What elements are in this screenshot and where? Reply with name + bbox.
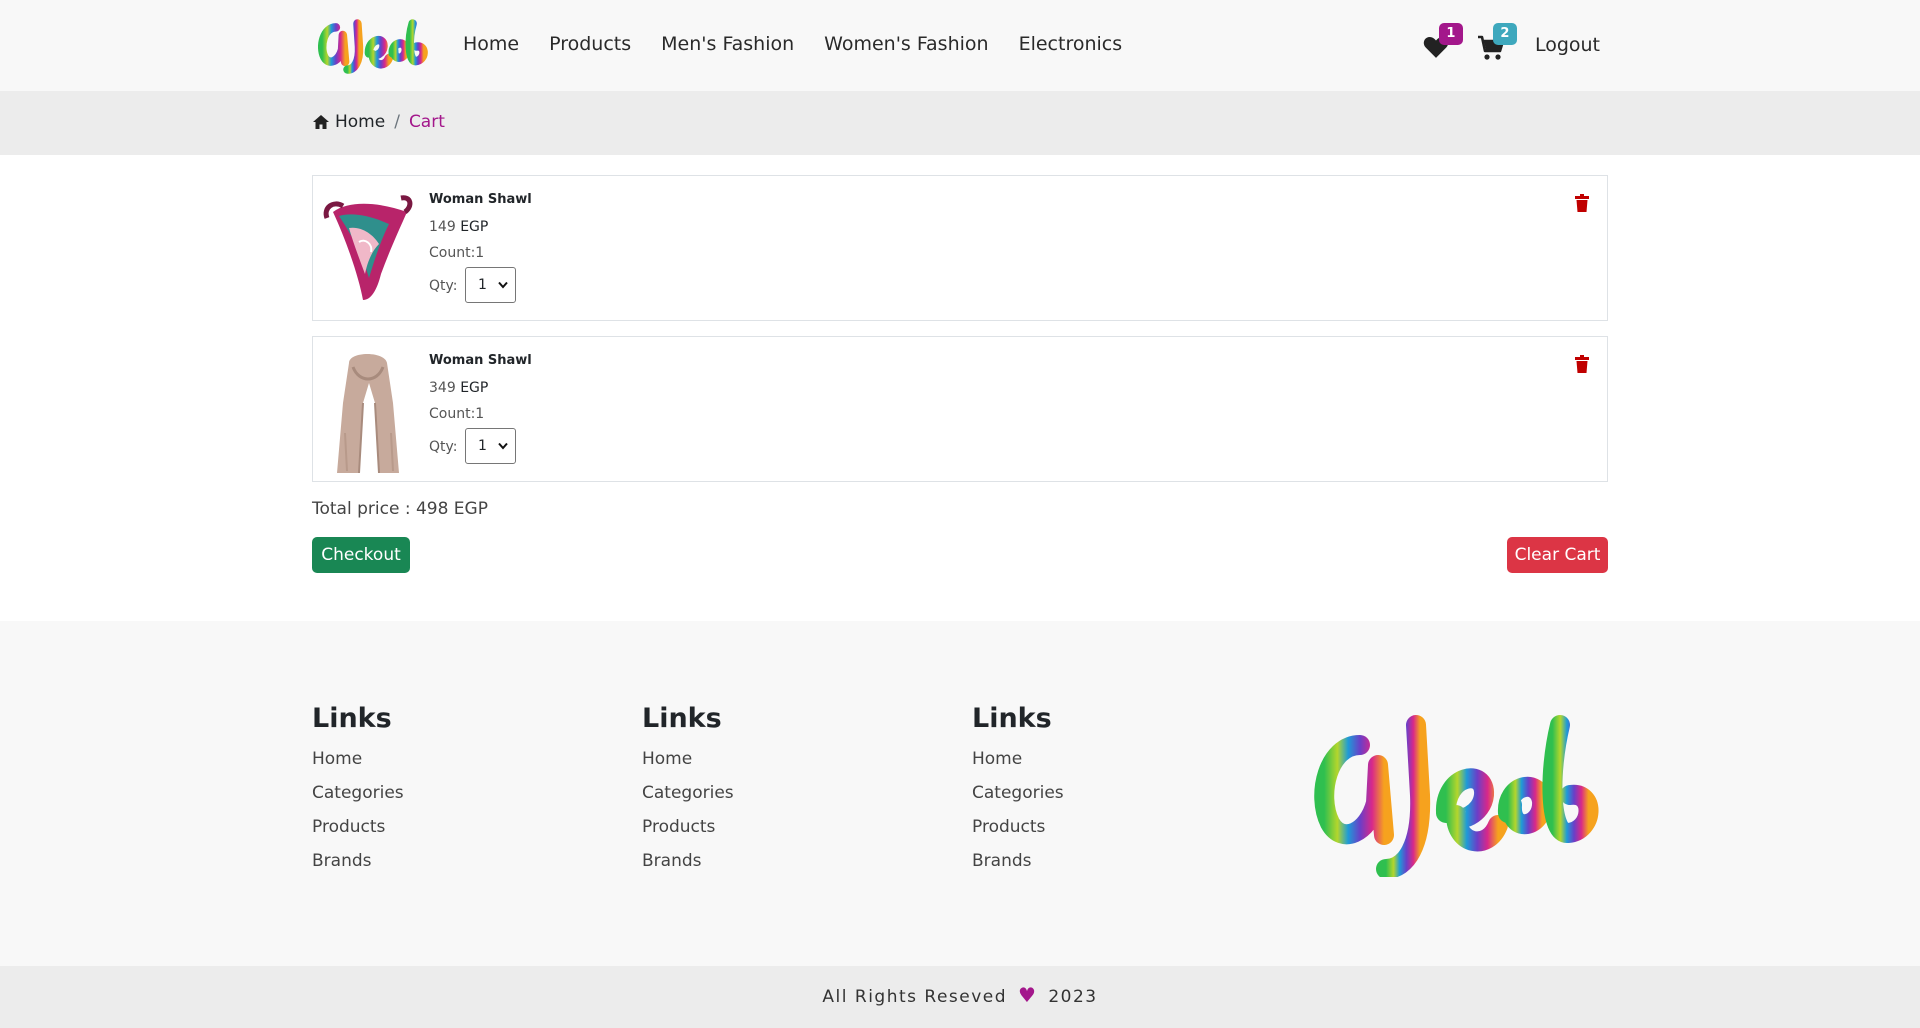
copyright-bar: All Rights Reseved ♥ 2023 xyxy=(0,966,1920,1028)
navbar: Home Products Men's Fashion Women's Fash… xyxy=(0,0,1920,91)
heart-icon: ♥ xyxy=(1017,983,1038,1007)
product-name: Woman Shawl xyxy=(429,192,532,207)
main-nav: Home Products Men's Fashion Women's Fash… xyxy=(463,33,1152,55)
product-image[interactable] xyxy=(319,343,417,477)
footer-link-home[interactable]: Home xyxy=(642,742,734,776)
checkout-button[interactable]: Checkout xyxy=(312,537,410,573)
nav-electronics[interactable]: Electronics xyxy=(1019,33,1123,55)
footer-link-categories[interactable]: Categories xyxy=(972,776,1064,810)
clear-cart-button[interactable]: Clear Cart xyxy=(1507,537,1608,573)
nav-products[interactable]: Products xyxy=(549,33,631,55)
nav-home[interactable]: Home xyxy=(463,33,519,55)
product-image[interactable] xyxy=(319,182,417,316)
chevron-down-icon xyxy=(498,442,508,450)
product-count: Count:1 xyxy=(429,245,485,261)
qty-label: Qty: xyxy=(429,278,458,294)
cart-item: Woman Shawl 349 EGP Count:1 Qty: 1 xyxy=(312,336,1608,482)
nav-womens-fashion[interactable]: Women's Fashion xyxy=(824,33,988,55)
product-name: Woman Shawl xyxy=(429,353,532,368)
wishlist-button[interactable]: 1 xyxy=(1417,23,1463,65)
breadcrumb-home[interactable]: Home xyxy=(335,112,385,132)
footer-link-home[interactable]: Home xyxy=(972,742,1064,776)
footer-link-home[interactable]: Home xyxy=(312,742,404,776)
copyright-year: 2023 xyxy=(1048,987,1098,1007)
qty-label: Qty: xyxy=(429,439,458,455)
nav-actions: 1 2 Logout xyxy=(1417,20,1600,70)
breadcrumb-current: Cart xyxy=(408,112,445,132)
footer: Links Home Categories Products Brands Li… xyxy=(0,621,1920,966)
cart-count-badge: 2 xyxy=(1492,23,1517,45)
trash-icon[interactable] xyxy=(1575,355,1589,373)
qty-select[interactable]: 1 xyxy=(465,428,516,464)
trash-icon[interactable] xyxy=(1575,194,1589,212)
product-price: 149 EGP xyxy=(429,219,489,235)
footer-links-column: Links Home Categories Products Brands xyxy=(312,703,404,878)
footer-link-products[interactable]: Products xyxy=(972,810,1064,844)
product-price: 349 EGP xyxy=(429,380,489,396)
chevron-down-icon xyxy=(498,281,508,289)
logout-link[interactable]: Logout xyxy=(1535,34,1600,56)
footer-link-categories[interactable]: Categories xyxy=(312,776,404,810)
footer-column-title: Links xyxy=(972,703,1052,734)
footer-link-brands[interactable]: Brands xyxy=(972,844,1064,878)
qty-select[interactable]: 1 xyxy=(465,267,516,303)
footer-links-column: Links Home Categories Products Brands xyxy=(972,703,1064,878)
breadcrumb-separator: / xyxy=(394,112,400,132)
product-count: Count:1 xyxy=(429,406,485,422)
cart-button[interactable]: 2 xyxy=(1471,23,1517,65)
footer-column-title: Links xyxy=(642,703,722,734)
brand-logo[interactable] xyxy=(312,12,432,78)
footer-brand-logo xyxy=(1314,715,1599,877)
footer-link-categories[interactable]: Categories xyxy=(642,776,734,810)
footer-link-products[interactable]: Products xyxy=(642,810,734,844)
footer-link-brands[interactable]: Brands xyxy=(312,844,404,878)
breadcrumb: Home / Cart xyxy=(0,91,1920,155)
cart-item: Woman Shawl 149 EGP Count:1 Qty: 1 xyxy=(312,175,1608,321)
footer-column-title: Links xyxy=(312,703,392,734)
copyright-text: All Rights Reseved xyxy=(822,987,1008,1007)
wishlist-count-badge: 1 xyxy=(1438,23,1463,45)
nav-mens-fashion[interactable]: Men's Fashion xyxy=(661,33,794,55)
footer-links-column: Links Home Categories Products Brands xyxy=(642,703,734,878)
home-icon xyxy=(313,115,329,129)
footer-link-products[interactable]: Products xyxy=(312,810,404,844)
footer-link-brands[interactable]: Brands xyxy=(642,844,734,878)
total-price: Total price : 498 EGP xyxy=(312,499,488,519)
